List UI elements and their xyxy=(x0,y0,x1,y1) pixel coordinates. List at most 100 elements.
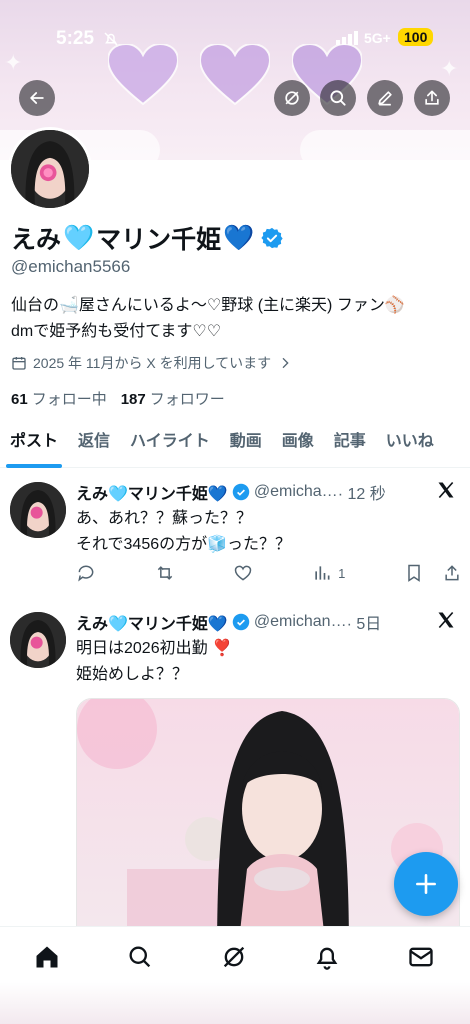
x-logo-icon[interactable] xyxy=(436,480,456,500)
followers-link[interactable]: 187 フォロワー xyxy=(121,388,225,409)
following-link[interactable]: 61 フォロー中 xyxy=(11,388,107,409)
nav-messages[interactable] xyxy=(407,943,435,971)
post-photo xyxy=(77,699,459,957)
light-blue-heart-emoji: 🩵 xyxy=(63,223,95,252)
post-author-name[interactable]: えみ🩵マリン千姫💙 xyxy=(76,610,228,634)
share-icon xyxy=(425,90,439,105)
reply-icon xyxy=(78,565,94,582)
cloud-decoration xyxy=(300,130,470,160)
post-author-handle: @emicha… xyxy=(253,483,338,500)
grok-icon xyxy=(285,91,299,105)
verified-badge-icon[interactable] xyxy=(261,227,283,249)
arrow-left-icon xyxy=(30,92,44,104)
profile-name: えみ 🩵 マリン千姫 💙 xyxy=(11,220,283,256)
secondary-actions xyxy=(404,563,462,583)
network-type: 5G+ xyxy=(364,30,391,46)
avatar-photo xyxy=(10,612,66,668)
bell-icon xyxy=(316,947,338,970)
views-button[interactable]: 1 xyxy=(312,563,345,583)
reply-button[interactable] xyxy=(76,563,96,583)
heart-icon xyxy=(235,565,252,581)
verified-badge-icon xyxy=(232,483,250,501)
calendar-icon xyxy=(12,357,26,370)
post-text-line: あ、あれ？？蘇った？？ xyxy=(76,510,253,527)
post-time: · 5日 xyxy=(346,616,382,633)
post-image[interactable] xyxy=(76,698,460,958)
tab-replies[interactable]: 返信 xyxy=(68,424,120,468)
share-icon[interactable] xyxy=(442,563,462,583)
bio-line: 仙台の🛁屋さんにいるよ〜♡野球 (主に楽天) ファン⚾ xyxy=(11,297,405,314)
post-header: えみ🩵マリン千姫💙 @emicha… · 12 秒 xyxy=(76,480,436,504)
repost-icon xyxy=(157,566,172,580)
follow-stats: 61 フォロー中 187 フォロワー xyxy=(11,388,225,409)
like-button[interactable] xyxy=(233,563,253,583)
bio-line: dmで姫予約も受付てます♡♡ xyxy=(11,323,222,340)
profile-handle: @emichan5566 xyxy=(11,257,131,276)
bookmark-icon[interactable] xyxy=(404,563,424,583)
post-text: 明日は2026初出勤 ❣️ 姫始めしよ？？ xyxy=(76,636,232,688)
joined-date[interactable]: 2025 年 11月から X を利用しています xyxy=(11,353,293,373)
tab-articles[interactable]: 記事 xyxy=(324,424,376,468)
battery-badge: 100 xyxy=(398,28,434,46)
search-icon xyxy=(330,90,346,106)
post-avatar[interactable] xyxy=(10,612,66,668)
post-text: あ、あれ？？蘇った？？ それで3456の方が🧊った？？ xyxy=(76,506,291,558)
mute-bell-icon xyxy=(104,32,118,46)
post[interactable]: えみ🩵マリン千姫💙 @emicha… · 12 秒 あ、あれ？？蘇った？？ それ… xyxy=(0,480,470,600)
nav-home[interactable] xyxy=(33,943,61,971)
post-actions: 1 xyxy=(76,562,462,584)
tab-posts[interactable]: ポスト xyxy=(0,424,68,468)
following-label: フォロー中 xyxy=(31,391,107,408)
avatar-photo xyxy=(11,130,89,208)
pencil-icon xyxy=(378,91,392,106)
edit-button[interactable] xyxy=(367,80,403,116)
post-text-line: 姫始めしよ？？ xyxy=(76,666,189,683)
home-icon xyxy=(36,946,58,968)
following-count: 61 xyxy=(11,391,28,408)
repost-button[interactable] xyxy=(155,563,175,583)
signal-icon xyxy=(336,31,358,45)
post-avatar[interactable] xyxy=(10,482,66,538)
bottom-navigation xyxy=(0,926,470,1024)
nav-notifications[interactable] xyxy=(313,943,341,971)
status-bar: 5:25 5G+ 100 xyxy=(0,22,470,54)
views-icon xyxy=(315,566,330,580)
profile-tabs: ポスト 返信 ハイライト 動画 画像 記事 いいね xyxy=(0,424,470,468)
post-text-line: 明日は2026初出勤 ❣️ xyxy=(76,640,232,657)
home-indicator-area xyxy=(0,982,470,1024)
avatar-photo xyxy=(10,482,66,538)
post-author-name[interactable]: えみ🩵マリン千姫💙 xyxy=(76,480,228,504)
profile-bio: 仙台の🛁屋さんにいるよ〜♡野球 (主に楽天) ファン⚾ dmで姫予約も受付てます… xyxy=(11,293,405,345)
nav-grok[interactable] xyxy=(220,943,248,971)
search-button[interactable] xyxy=(320,80,356,116)
chevron-right-icon xyxy=(282,357,289,369)
tab-highlights[interactable]: ハイライト xyxy=(120,424,220,468)
profile-avatar[interactable] xyxy=(8,127,92,211)
nav-search[interactable] xyxy=(126,943,154,971)
search-icon xyxy=(129,946,151,968)
back-button[interactable] xyxy=(19,80,55,116)
mail-icon xyxy=(409,947,433,967)
followers-label: フォロワー xyxy=(149,391,225,408)
compose-button[interactable] xyxy=(394,852,458,916)
post-author-handle: @emichan… xyxy=(253,613,347,630)
tab-likes[interactable]: いいね xyxy=(376,424,444,468)
x-logo-icon[interactable] xyxy=(436,610,456,630)
verified-badge-icon xyxy=(232,613,250,631)
status-time: 5:25 xyxy=(56,28,95,49)
share-button[interactable] xyxy=(414,80,450,116)
name-main: マリン千姫 xyxy=(96,226,222,254)
blue-heart-emoji: 💙 xyxy=(223,223,255,252)
grok-icon xyxy=(223,946,245,968)
sparkle-decoration: ✦ xyxy=(440,56,459,81)
grok-button[interactable] xyxy=(274,80,310,116)
tab-images[interactable]: 画像 xyxy=(272,424,324,468)
post-time: · 12 秒 xyxy=(337,486,386,503)
tab-videos[interactable]: 動画 xyxy=(220,424,272,468)
followers-count: 187 xyxy=(120,391,146,408)
post-header: えみ🩵マリン千姫💙 @emichan… · 5日 xyxy=(76,610,436,634)
views-count: 1 xyxy=(338,565,346,581)
joined-text: 2025 年 11月から X を利用しています xyxy=(33,355,272,371)
plus-icon xyxy=(416,874,436,894)
name-prefix: えみ xyxy=(11,226,62,254)
